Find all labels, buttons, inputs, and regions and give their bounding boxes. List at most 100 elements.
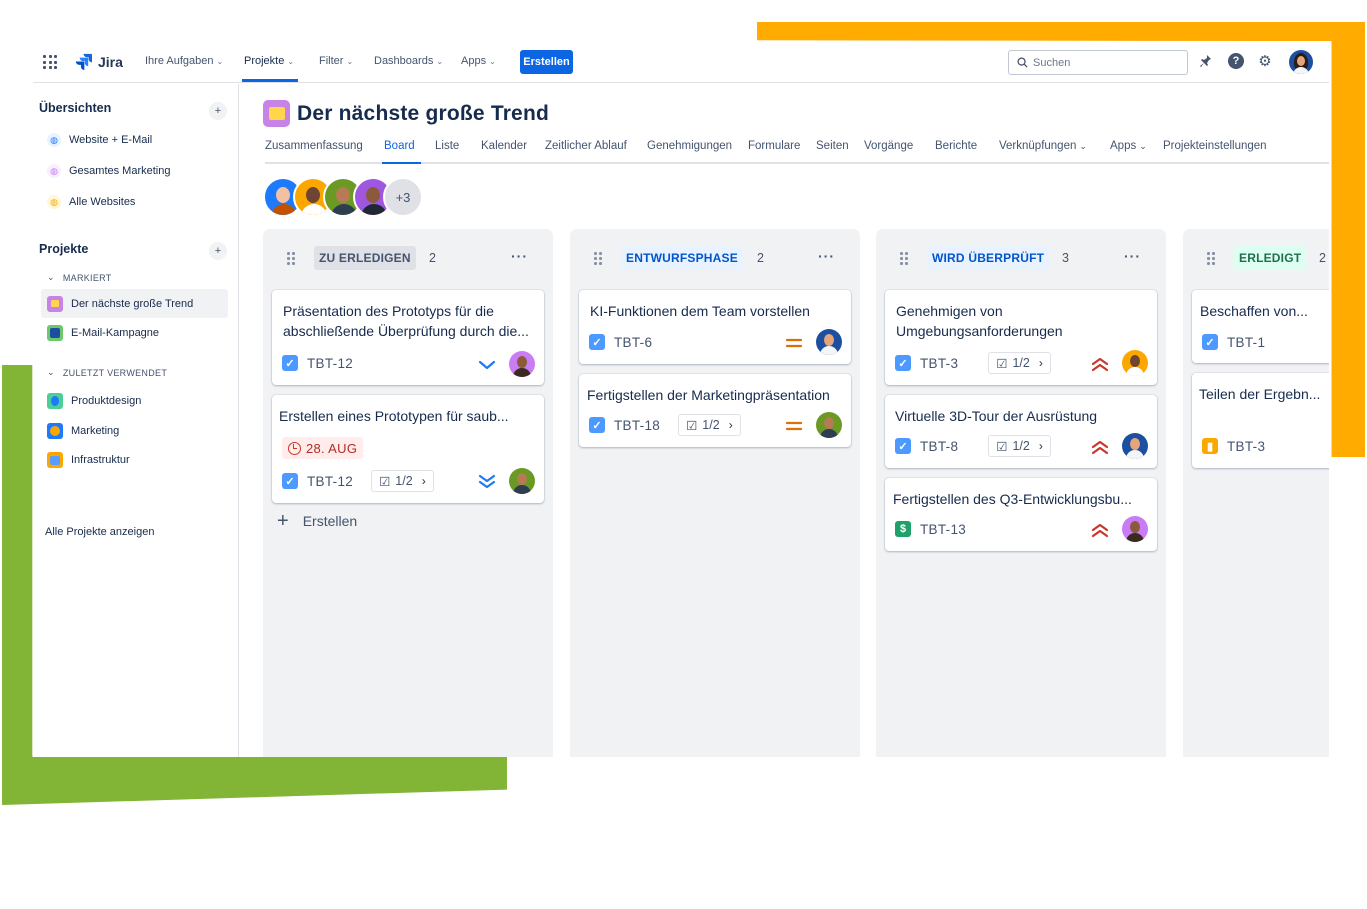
tab-reports[interactable]: Berichte [935,140,977,152]
sidebar-item-next-big-trend[interactable]: Der nächste große Trend [41,289,228,318]
chevron-right-icon: › [1038,439,1043,453]
nav-your-work[interactable]: Ihre Aufgaben ⌄ [145,55,223,67]
assignee-avatar[interactable] [816,329,842,355]
tab-issues[interactable]: Vorgänge [864,140,913,152]
task-type-icon: ✓ [895,438,911,454]
chevron-down-icon: ⌄ [216,56,224,66]
task-type-icon: ✓ [895,355,911,371]
sidebar-item-all-websites[interactable]: ◍ Alle Websites [41,191,135,213]
plus-icon: + [277,510,289,532]
sidebar-item-label: Gesamtes Marketing [69,165,171,177]
tab-summary[interactable]: Zusammenfassung [265,140,363,152]
priority-low-icon [478,360,496,370]
project-icon [47,423,63,439]
chevron-down-icon: ⌄ [436,56,444,66]
assignee-avatar[interactable] [1122,516,1148,542]
nav-active-indicator [242,79,298,82]
chevron-right-icon: › [728,418,733,432]
sidebar-item-infrastructure[interactable]: Infrastruktur [41,449,130,471]
assignee-avatar[interactable] [816,412,842,438]
clock-icon [288,441,301,455]
jira-logo[interactable]: Jira [75,53,123,70]
search-input[interactable]: Suchen [1008,50,1188,75]
column-count: 2 [1319,251,1326,265]
drag-handle-icon[interactable] [1207,252,1215,265]
assignee-avatar[interactable] [1122,433,1148,459]
tab-forms[interactable]: Formulare [748,140,800,152]
more-icon[interactable]: ··· [511,248,528,264]
nav-dashboards[interactable]: Dashboards ⌄ [374,55,443,67]
chevron-down-icon: ⌄ [346,56,354,66]
drag-handle-icon[interactable] [287,252,295,265]
nav-apps[interactable]: Apps ⌄ [461,55,496,67]
issue-card[interactable]: Beschaffen von... ✓ TBT-1 [1192,290,1329,363]
settings-icon[interactable]: ⚙ [1256,52,1274,70]
issue-card[interactable]: Präsentation des Prototyps für die absch… [272,290,544,385]
issue-key: TBT-6 [614,334,653,350]
create-button[interactable]: Erstellen [520,50,573,74]
app-switcher-icon[interactable] [43,55,57,69]
add-overview-button[interactable]: + [209,102,227,120]
tab-approvals[interactable]: Genehmigungen [647,140,732,152]
sidebar-item-email-campaign[interactable]: E-Mail-Kampagne [41,322,159,344]
starred-section-toggle[interactable]: ⌄ MARKIERT [47,272,112,283]
page-type-icon: ▮ [1202,438,1218,454]
nav-filters[interactable]: Filter ⌄ [319,55,353,67]
assignee-avatar[interactable] [509,351,535,377]
view-all-projects-link[interactable]: Alle Projekte anzeigen [45,526,154,538]
tab-apps[interactable]: Apps ⌄ [1110,140,1147,152]
column-title: ENTWURFSPHASE [621,246,743,270]
tab-timeline[interactable]: Zeitlicher Ablauf [545,140,627,152]
chevron-down-icon: ⌄ [489,56,496,66]
more-icon[interactable]: ··· [818,248,835,264]
subtask-icon: ☑ [996,439,1008,454]
issue-card[interactable]: Genehmigen von Umgebungsanforderungen ✓ … [885,290,1157,385]
drag-handle-icon[interactable] [594,252,602,265]
drag-handle-icon[interactable] [900,252,908,265]
tab-calendar[interactable]: Kalender [481,140,527,152]
globe-icon: ◍ [47,195,61,209]
more-people-badge[interactable]: +3 [383,177,423,217]
column-count: 2 [429,251,436,265]
nav-label: Filter [319,55,344,67]
profile-avatar[interactable] [1289,50,1313,74]
nav-projects[interactable]: Projekte ⌄ [244,55,294,67]
issue-card[interactable]: Erstellen eines Prototypen für saub... 2… [272,395,544,503]
issue-key: TBT-8 [920,438,959,454]
issue-card[interactable]: Fertigstellen des Q3-Entwicklungsbu... $… [885,478,1157,551]
more-icon[interactable]: ··· [1124,248,1141,264]
task-type-icon: ✓ [282,473,298,489]
assignee-avatar[interactable] [1122,350,1148,376]
sidebar-item-marketing[interactable]: Marketing [41,420,119,442]
help-icon[interactable]: ? [1228,53,1244,69]
tab-list[interactable]: Liste [435,140,459,152]
add-project-button[interactable]: + [209,242,227,260]
tab-board[interactable]: Board [384,140,415,152]
jira-window: Jira Ihre Aufgaben ⌄ Projekte ⌄ Filter ⌄ Da… [33,41,1329,757]
issue-card[interactable]: Teilen der Ergebn... ▮ TBT-3 [1192,373,1329,468]
sidebar-item-product-design[interactable]: Produktdesign [41,390,141,412]
tab-shortcuts[interactable]: Verknüpfungen ⌄ [999,140,1087,152]
subtask-progress[interactable]: ☑ 1/2 › [988,435,1051,457]
issue-card[interactable]: KI-Funktionen dem Team vorstellen ✓ TBT-… [579,290,851,364]
sidebar-item-all-marketing[interactable]: ◍ Gesamtes Marketing [41,160,170,182]
task-type-icon: ✓ [589,417,605,433]
recent-section-toggle[interactable]: ⌄ ZULETZT VERWENDET [47,367,167,378]
create-issue-button[interactable]: + Erstellen [277,510,357,532]
subtask-progress[interactable]: ☑ 1/2 › [371,470,434,492]
subtask-progress[interactable]: ☑ 1/2 › [678,414,741,436]
assignee-avatar[interactable] [509,468,535,494]
sidebar-item-website-email[interactable]: ◍ Website + E-Mail [41,129,152,151]
issue-key: TBT-3 [920,355,959,371]
issue-card[interactable]: Virtuelle 3D-Tour der Ausrüstung ✓ TBT-8… [885,395,1157,468]
card-title: Fertigstellen des Q3-Entwicklungsbu... [893,491,1132,507]
issue-card[interactable]: Fertigstellen der Marketingpräsentation … [579,374,851,447]
notification-icon[interactable] [1196,52,1214,70]
subtask-progress[interactable]: ☑ 1/2 › [988,352,1051,374]
sidebar-item-label: Marketing [71,425,120,437]
tab-project-settings[interactable]: Projekteinstellungen [1163,140,1267,152]
tab-pages[interactable]: Seiten [816,140,849,152]
nav-label: Ihre Aufgaben [145,55,214,67]
project-tabs: Zusammenfassung Board Liste Kalender Zei… [265,136,1329,164]
tab-active-indicator [382,162,421,164]
